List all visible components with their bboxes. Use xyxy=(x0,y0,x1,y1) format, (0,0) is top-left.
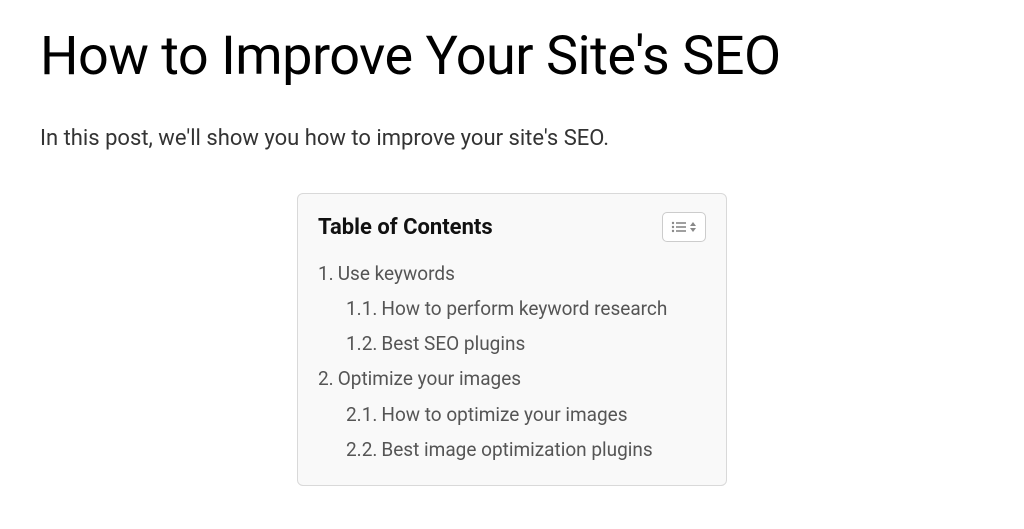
toc-item[interactable]: 2.Optimize your images xyxy=(318,361,706,396)
page-title: How to Improve Your Site's SEO xyxy=(40,25,984,88)
toc-item-number: 2. xyxy=(318,367,334,390)
list-icon xyxy=(671,221,687,233)
toc-item-label: How to optimize your images xyxy=(381,403,627,426)
table-of-contents: Table of Contents 1.U xyxy=(297,193,727,486)
toc-item-number: 1. xyxy=(318,262,334,285)
toc-item-number: 2.1. xyxy=(346,403,377,426)
toc-item[interactable]: 2.1.How to optimize your images xyxy=(318,397,706,432)
toc-item-label: Use keywords xyxy=(338,262,455,285)
toc-item-label: Optimize your images xyxy=(338,367,521,390)
toc-item-label: Best image optimization plugins xyxy=(381,438,652,461)
toc-item[interactable]: 1.2.Best SEO plugins xyxy=(318,326,706,361)
toc-toggle-button[interactable] xyxy=(662,212,706,242)
toc-item-number: 1.2. xyxy=(346,332,377,355)
toc-item[interactable]: 1.1.How to perform keyword research xyxy=(318,291,706,326)
sort-icon xyxy=(689,221,697,233)
toc-list: 1.Use keywords 1.1.How to perform keywor… xyxy=(318,256,706,467)
toc-item-label: How to perform keyword research xyxy=(381,297,667,320)
toc-item[interactable]: 1.Use keywords xyxy=(318,256,706,291)
toc-item[interactable]: 2.2.Best image optimization plugins xyxy=(318,432,706,467)
toc-item-label: Best SEO plugins xyxy=(381,332,525,355)
toc-item-number: 2.2. xyxy=(346,438,377,461)
toc-item-number: 1.1. xyxy=(346,297,377,320)
intro-paragraph: In this post, we'll show you how to impr… xyxy=(40,126,984,151)
toc-header: Table of Contents xyxy=(318,212,706,242)
toc-title: Table of Contents xyxy=(318,215,493,240)
